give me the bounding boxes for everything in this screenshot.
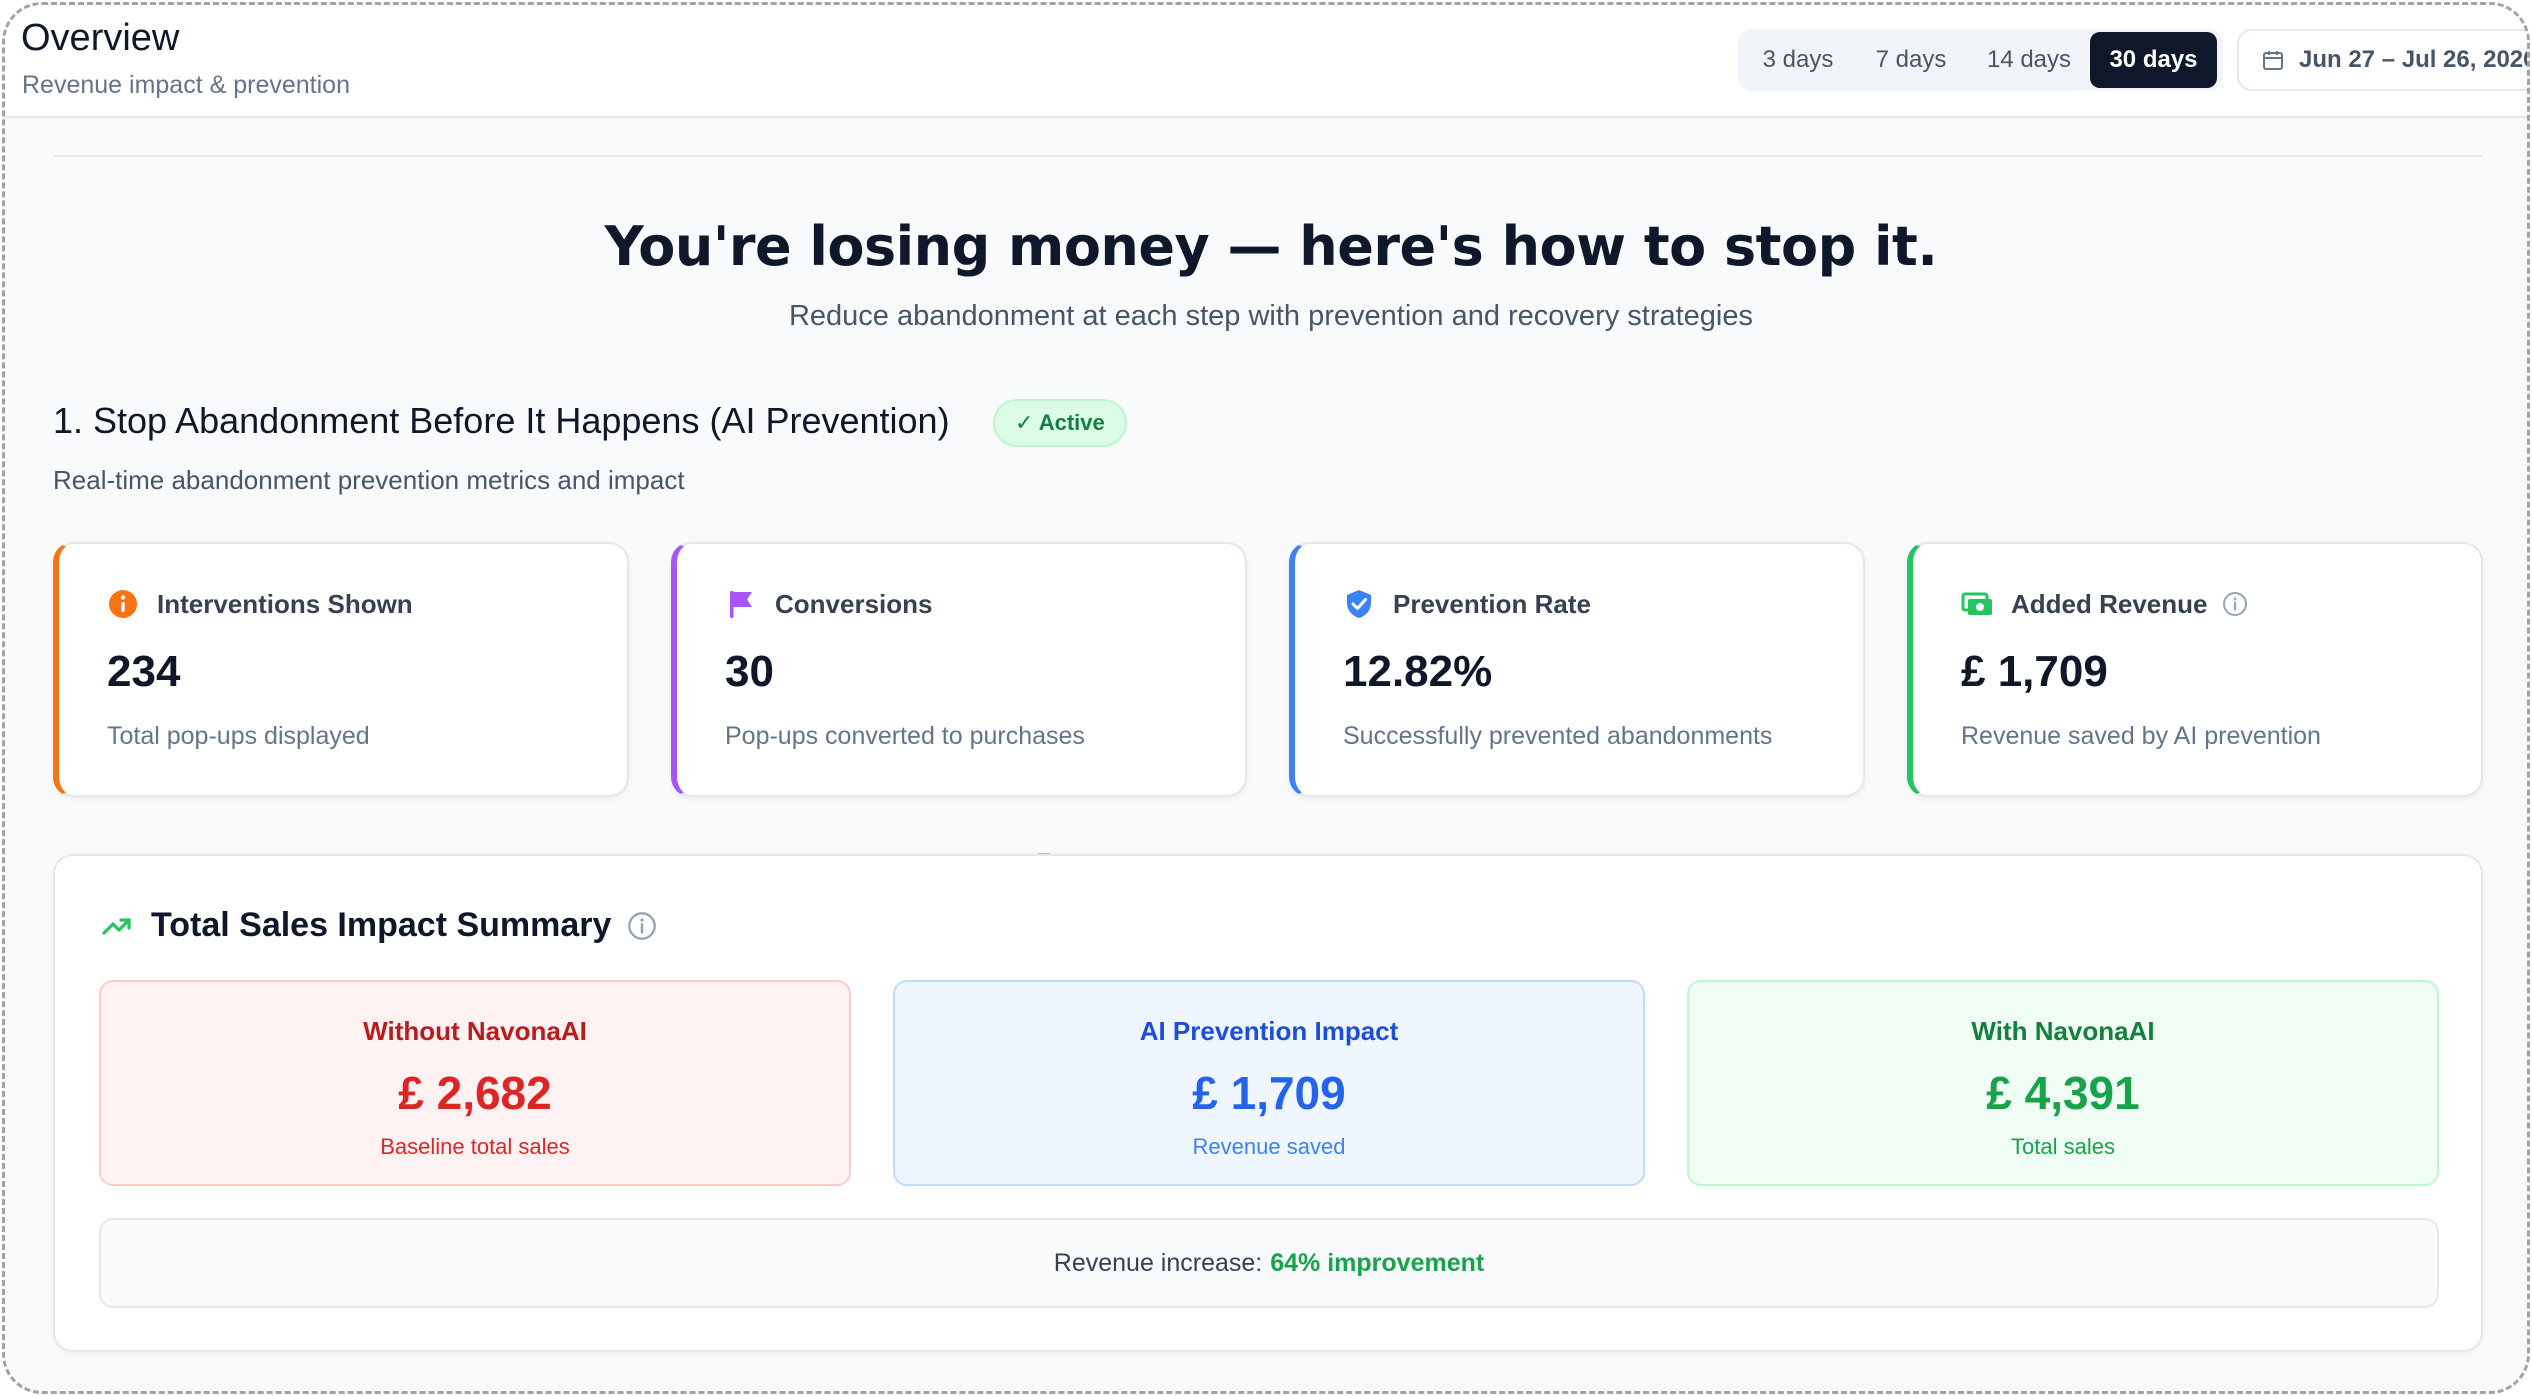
info-icon[interactable] (627, 911, 657, 941)
status-badge: ✓ Active (993, 399, 1127, 447)
divider (53, 155, 2483, 157)
range-30-days-button[interactable]: 30 days (2090, 32, 2217, 88)
app-frame: Overview Revenue impact & prevention 3 d… (2, 2, 2530, 1394)
metric-value: £ 1,709 (1961, 647, 2108, 696)
range-14-days-button[interactable]: 14 days (1968, 32, 2090, 88)
metric-label: Prevention Rate (1393, 588, 1591, 619)
metric-description: Successfully prevented abandonments (1343, 722, 1773, 750)
range-3-days-button[interactable]: 3 days (1742, 32, 1854, 88)
metric-value: 30 (725, 647, 774, 696)
ai-prevention-impact-box: AI Prevention Impact £ 1,709 Revenue sav… (893, 980, 1645, 1186)
metric-value: 234 (107, 647, 181, 696)
range-7-days-button[interactable]: 7 days (1854, 32, 1968, 88)
summary-title: Total Sales Impact Summary (151, 906, 612, 944)
date-picker-button[interactable]: Jun 27 – Jul 26, 2026 (2237, 29, 2530, 91)
info-icon[interactable] (2222, 591, 2248, 617)
sales-impact-summary: Total Sales Impact Summary Without Navon… (53, 854, 2483, 1352)
metric-value: 12.82% (1343, 647, 1493, 696)
revenue-increase-banner: Revenue increase: 64% improvement (99, 1218, 2439, 1308)
section-subtitle: Real-time abandonment prevention metrics… (53, 465, 685, 495)
box-label: Without NavonaAI (363, 1016, 587, 1046)
box-value: £ 1,709 (1192, 1067, 1346, 1119)
trending-up-icon (101, 910, 133, 942)
with-navonaai-box: With NavonaAI £ 4,391 Total sales (1687, 980, 2439, 1186)
box-description: Revenue saved (1192, 1134, 1346, 1159)
box-value: £ 2,682 (398, 1067, 552, 1119)
metric-description: Total pop-ups displayed (107, 722, 370, 750)
metric-card-interventions: Interventions Shown 234 Total pop-ups di… (53, 542, 629, 797)
box-description: Baseline total sales (380, 1134, 570, 1159)
info-circle-icon (107, 588, 139, 620)
without-navonaai-box: Without NavonaAI £ 2,682 Baseline total … (99, 980, 851, 1186)
shield-check-icon (1343, 588, 1375, 620)
date-range-selector: 3 days 7 days 14 days 30 days (1738, 29, 2223, 91)
metric-description: Revenue saved by AI prevention (1961, 722, 2321, 750)
metric-card-prevention-rate: Prevention Rate 12.82% Successfully prev… (1289, 542, 1865, 797)
calendar-icon (2263, 51, 2283, 70)
metric-card-conversions: Conversions 30 Pop-ups converted to purc… (671, 542, 1247, 797)
box-label: AI Prevention Impact (1139, 1016, 1399, 1046)
section-title: 1. Stop Abandonment Before It Happens (A… (53, 400, 950, 441)
box-label: With NavonaAI (1971, 1016, 2155, 1046)
metric-label: Added Revenue (2011, 588, 2208, 619)
hero-title: You're losing money — here's how to stop… (604, 215, 1938, 278)
metric-label: Interventions Shown (157, 588, 413, 619)
metric-label: Conversions (775, 588, 933, 619)
increase-value: 64% improvement (1270, 1248, 1485, 1277)
flag-icon (725, 588, 757, 620)
page-subtitle: Revenue impact & prevention (22, 71, 350, 99)
hero-subtitle: Reduce abandonment at each step with pre… (788, 300, 1754, 332)
top-bar: Overview Revenue impact & prevention 3 d… (5, 5, 2527, 118)
increase-label: Revenue increase: (1053, 1248, 1263, 1277)
date-range-label: Jun 27 – Jul 26, 2026 (2299, 46, 2530, 73)
page-title: Overview (21, 17, 180, 59)
metric-card-added-revenue: Added Revenue £ 1,709 Revenue saved by A… (1907, 542, 2483, 797)
money-icon (1961, 588, 1993, 620)
box-description: Total sales (2011, 1134, 2115, 1159)
box-value: £ 4,391 (1986, 1067, 2140, 1119)
metric-description: Pop-ups converted to purchases (725, 722, 1085, 750)
